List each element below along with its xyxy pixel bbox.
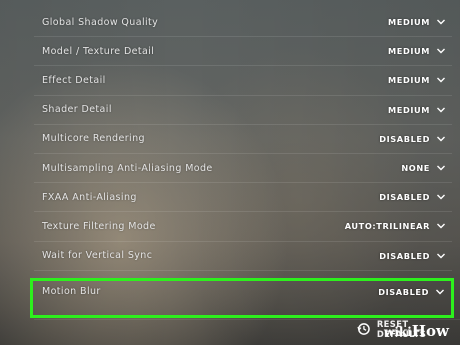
setting-dropdown[interactable]: AUTO:TRILINEAR [345, 221, 446, 231]
setting-label: Model / Texture Detail [42, 45, 155, 57]
video-settings-list: Global Shadow Quality MEDIUM Model / Tex… [30, 8, 454, 318]
chevron-down-icon [437, 165, 445, 171]
chevron-down-icon [437, 136, 445, 142]
setting-row-model-texture-detail[interactable]: Model / Texture Detail MEDIUM [34, 37, 452, 67]
setting-label: Multicore Rendering [42, 133, 145, 145]
setting-row-shader-detail[interactable]: Shader Detail MEDIUM [34, 96, 452, 125]
setting-value: NONE [401, 163, 430, 174]
setting-value: MEDIUM [388, 17, 430, 28]
setting-dropdown[interactable]: DISABLED [378, 287, 445, 297]
chevron-down-icon [437, 19, 445, 25]
setting-row-multicore-rendering[interactable]: Multicore Rendering DISABLED [34, 125, 452, 154]
chevron-down-icon [437, 48, 445, 54]
setting-value: DISABLED [379, 192, 430, 203]
chevron-down-icon [437, 194, 445, 200]
setting-row-global-shadow-quality[interactable]: Global Shadow Quality MEDIUM [34, 8, 452, 38]
setting-label: Effect Detail [42, 74, 106, 86]
setting-row-fxaa[interactable]: FXAA Anti-Aliasing DISABLED [34, 183, 452, 213]
chevron-down-icon [436, 289, 444, 295]
setting-label: Shader Detail [42, 104, 112, 116]
chevron-down-icon [437, 253, 445, 259]
setting-dropdown[interactable]: MEDIUM [388, 17, 446, 27]
setting-row-motion-blur[interactable]: Motion Blur DISABLED [30, 277, 454, 318]
setting-value: DISABLED [378, 286, 429, 297]
watermark-part1: wiki [384, 325, 412, 339]
setting-label: Wait for Vertical Sync [42, 250, 153, 262]
setting-dropdown[interactable]: MEDIUM [388, 75, 446, 85]
setting-value: AUTO:TRILINEAR [344, 221, 430, 232]
setting-label: Motion Blur [42, 286, 101, 298]
setting-dropdown[interactable]: DISABLED [379, 251, 446, 261]
setting-dropdown[interactable]: MEDIUM [388, 105, 446, 115]
setting-label: FXAA Anti-Aliasing [42, 191, 137, 203]
setting-label: Multisampling Anti-Aliasing Mode [42, 162, 213, 174]
wikihow-watermark: wiki How [384, 322, 449, 342]
setting-dropdown[interactable]: MEDIUM [388, 46, 446, 56]
setting-row-texture-filtering[interactable]: Texture Filtering Mode AUTO:TRILINEAR [34, 212, 452, 242]
chevron-down-icon [437, 107, 445, 113]
setting-value: DISABLED [379, 250, 430, 261]
setting-value: MEDIUM [388, 75, 430, 86]
setting-dropdown[interactable]: NONE [401, 163, 446, 173]
reset-clock-icon [357, 323, 370, 335]
setting-label: Texture Filtering Mode [42, 220, 156, 232]
setting-dropdown[interactable]: DISABLED [379, 134, 446, 144]
setting-row-effect-detail[interactable]: Effect Detail MEDIUM [34, 66, 452, 96]
setting-dropdown[interactable]: DISABLED [379, 192, 446, 202]
setting-value: MEDIUM [388, 104, 430, 115]
watermark-part2: How [411, 322, 449, 340]
chevron-down-icon [437, 77, 445, 83]
setting-label: Global Shadow Quality [42, 16, 159, 28]
setting-row-vertical-sync[interactable]: Wait for Vertical Sync DISABLED [34, 242, 452, 271]
setting-value: DISABLED [379, 133, 430, 144]
chevron-down-icon [437, 223, 445, 229]
setting-value: MEDIUM [388, 46, 430, 57]
setting-row-msaa-mode[interactable]: Multisampling Anti-Aliasing Mode NONE [34, 154, 452, 184]
